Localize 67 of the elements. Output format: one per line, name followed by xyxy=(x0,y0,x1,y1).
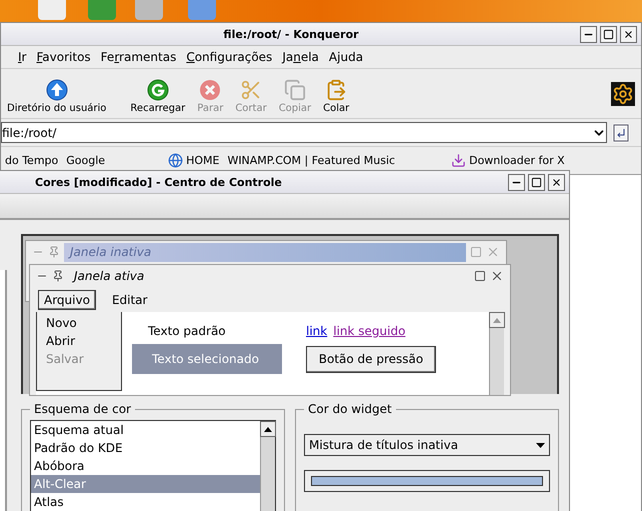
bookmark[interactable]: Google xyxy=(66,154,106,167)
menu-item[interactable]: Favoritos xyxy=(36,50,91,64)
maximize-button[interactable] xyxy=(600,26,617,42)
bookmark[interactable]: WINAMP.COM | Featured Music xyxy=(227,154,396,167)
color-button[interactable] xyxy=(304,470,550,492)
close-icon xyxy=(490,269,504,283)
group-title: Cor do widget xyxy=(307,402,393,416)
maximize-icon xyxy=(474,270,486,282)
link[interactable]: link xyxy=(306,324,328,338)
pin-icon xyxy=(52,270,64,282)
menu-item[interactable]: Janela xyxy=(282,50,319,64)
up-arrow-icon xyxy=(264,426,272,432)
bookmark[interactable]: do Tempo xyxy=(5,154,58,167)
stop-icon xyxy=(199,79,222,101)
default-text: Texto padrão xyxy=(147,324,227,338)
window-title: Cores [modificado] - Centro de Controle xyxy=(34,176,283,188)
menu-item[interactable]: Ir xyxy=(18,50,26,64)
visited-link[interactable]: link seguido xyxy=(333,324,406,338)
minimize-button[interactable] xyxy=(508,174,525,190)
menu-item[interactable]: Arquivo xyxy=(38,290,96,310)
scrollbar[interactable] xyxy=(260,421,275,511)
enter-icon[interactable] xyxy=(613,124,629,142)
maximize-icon xyxy=(470,246,482,258)
window-title: Janela inativa xyxy=(64,242,466,262)
list-item[interactable]: Esquema atual xyxy=(31,421,260,439)
menu-item[interactable]: Ferramentas xyxy=(100,50,176,64)
menu-item[interactable]: Novo xyxy=(37,316,121,330)
close-icon xyxy=(623,28,634,40)
window-title: file:/root/ - Konqueror xyxy=(222,28,360,40)
gear-icon[interactable] xyxy=(611,82,635,106)
pin-icon xyxy=(48,246,60,258)
bookmark[interactable]: Downloader for X xyxy=(451,153,565,168)
toolbar-button[interactable]: Recarregar xyxy=(124,79,192,114)
download-icon xyxy=(451,153,466,168)
scrollbar[interactable] xyxy=(489,312,504,395)
bookmark[interactable]: HOME xyxy=(168,153,220,168)
selected-text: Texto selecionado xyxy=(132,344,282,374)
group-title: Esquema de cor xyxy=(33,402,132,416)
maximize-icon xyxy=(603,28,614,40)
push-button[interactable]: Botão de pressão xyxy=(306,346,436,372)
location-field[interactable]: file:/root/ xyxy=(1,122,607,143)
menu-item[interactable]: Configurações xyxy=(186,50,272,64)
window-title: Janela ativa xyxy=(71,268,146,285)
reload-icon xyxy=(146,79,169,101)
list-item[interactable]: Padrão do KDE xyxy=(31,439,260,457)
close-button[interactable] xyxy=(548,174,565,190)
minimize-button[interactable] xyxy=(580,26,597,42)
scissors-icon xyxy=(240,79,262,101)
menu-item[interactable]: Editar xyxy=(106,290,154,310)
home-icon xyxy=(46,79,68,101)
maximize-button[interactable] xyxy=(528,174,545,190)
widget-select[interactable]: Mistura de títulos inativa xyxy=(304,434,550,456)
maximize-icon xyxy=(531,176,542,188)
close-icon xyxy=(551,176,562,188)
up-arrow-icon xyxy=(493,318,501,322)
close-button[interactable] xyxy=(620,26,637,42)
list-item[interactable]: Atlas xyxy=(31,493,260,511)
caret-icon xyxy=(536,442,545,448)
toolbar-button[interactable]: Diretório do usuário xyxy=(1,79,112,114)
list-item[interactable]: Abóbora xyxy=(31,457,260,475)
paste-icon xyxy=(325,79,348,101)
toolbar-button[interactable]: Colar xyxy=(317,79,356,114)
close-icon xyxy=(486,245,500,259)
menu-item[interactable]: Ajuda xyxy=(328,50,364,64)
menu-item[interactable]: Abrir xyxy=(37,334,121,348)
copy-icon xyxy=(284,79,306,101)
globe-icon xyxy=(168,153,184,168)
